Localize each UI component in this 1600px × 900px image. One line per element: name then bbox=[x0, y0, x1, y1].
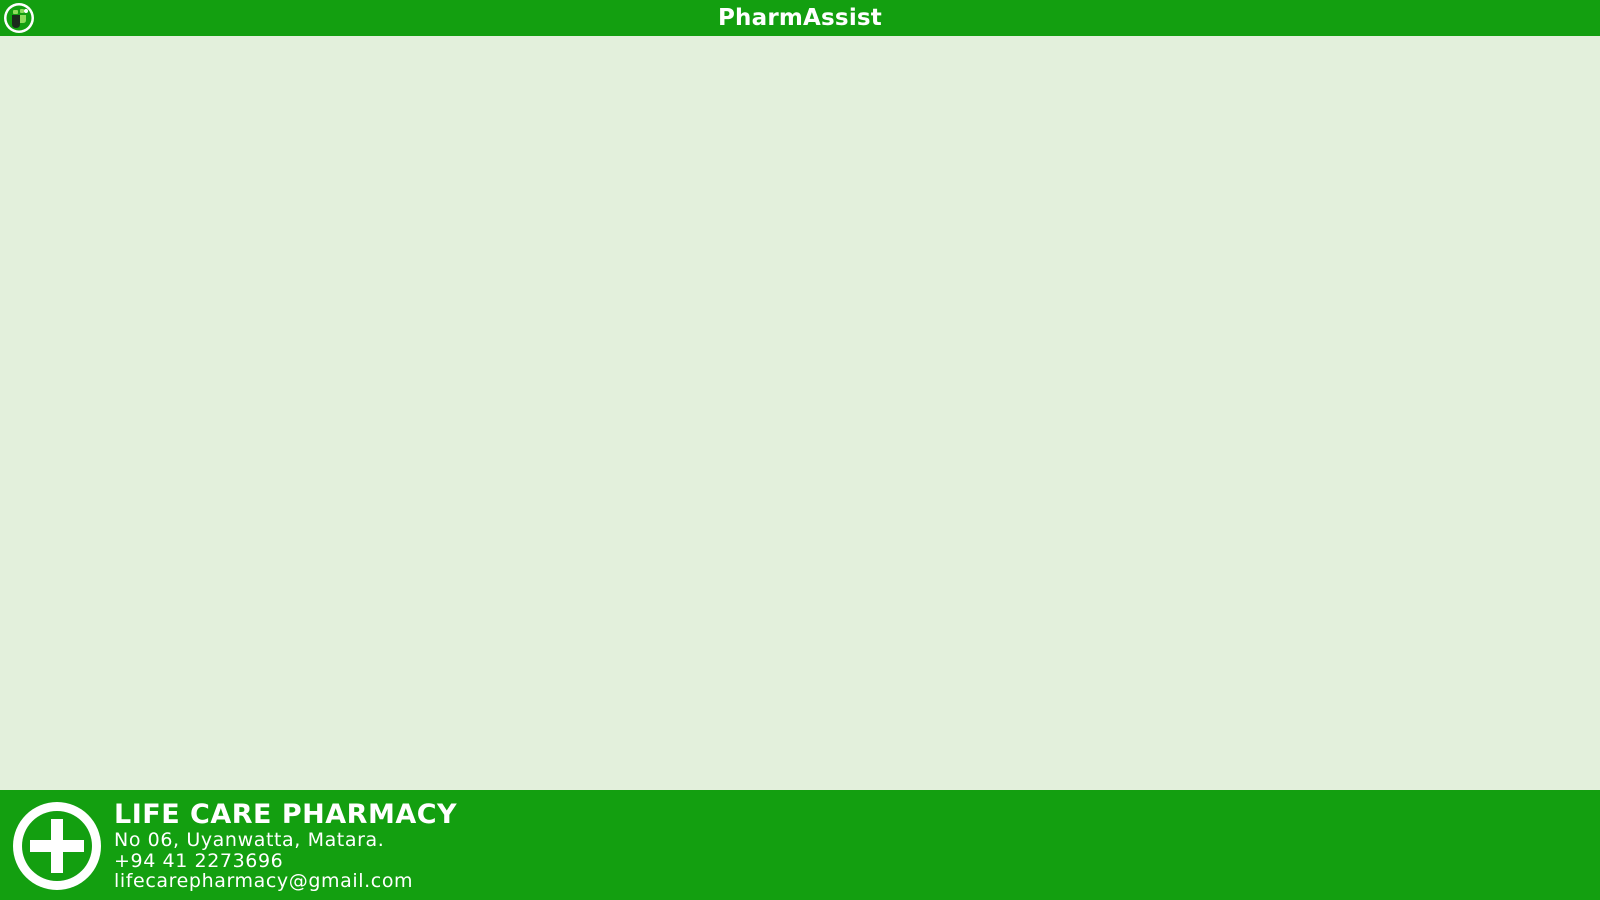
pharmacy-name: LIFE CARE PHARMACY bbox=[114, 799, 458, 830]
footer: LIFE CARE PHARMACY No 06, Uyanwatta, Mat… bbox=[0, 790, 1600, 900]
title-bar: PharmAssist bbox=[0, 0, 1600, 36]
pharmacy-address: No 06, Uyanwatta, Matara. bbox=[114, 829, 385, 851]
app-title: PharmAssist bbox=[717, 5, 882, 31]
medical-cross-icon bbox=[13, 802, 101, 890]
main-content-area bbox=[0, 36, 1600, 790]
pharmacy-phone: +94 41 2273696 bbox=[114, 849, 284, 872]
pharmacy-email: lifecarepharmacy@gmail.com bbox=[114, 870, 414, 892]
pharmacy-info: LIFE CARE PHARMACY No 06, Uyanwatta, Mat… bbox=[114, 800, 457, 892]
